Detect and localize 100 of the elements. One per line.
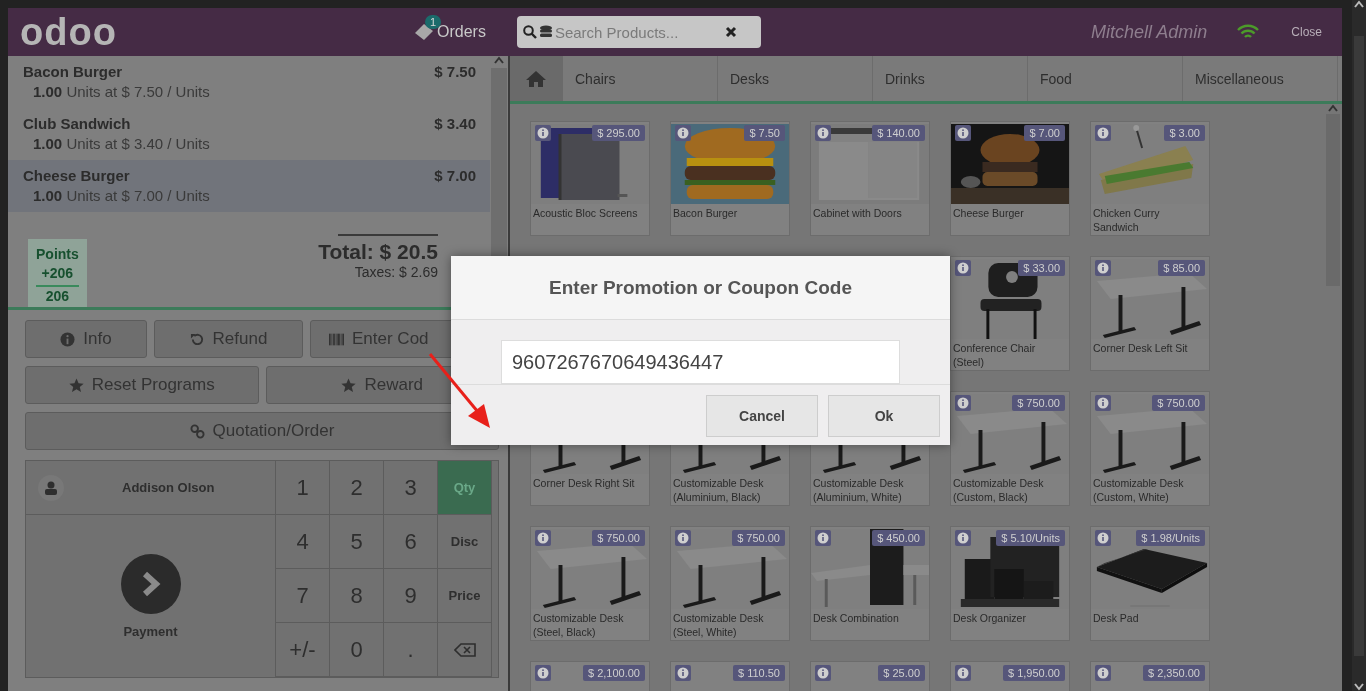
product-name: Customizable Desk (Aluminium, Black) (672, 476, 765, 505)
close-icon[interactable] (724, 26, 737, 38)
product-card[interactable]: $ 140.00 Cabinet with Doors (810, 121, 930, 236)
price-tag: $ 750.00 (1012, 395, 1065, 411)
product-name: Customizable Desk (Steel, Black) (532, 611, 625, 640)
category-tab[interactable]: Chairs (563, 56, 718, 101)
info-icon[interactable] (1095, 260, 1111, 276)
product-name: Cheese Burger (952, 206, 1025, 221)
numpad-key[interactable]: . (384, 623, 438, 677)
product-card[interactable]: $ 450.00 Desk Combination (810, 526, 930, 641)
control-button[interactable]: Reset Programs (25, 366, 259, 404)
numpad-key[interactable]: 4 (276, 515, 330, 569)
info-icon[interactable] (815, 665, 831, 681)
order-line[interactable]: Bacon Burger $ 7.50 1.00 Units at $ 7.50 / Units (8, 56, 490, 108)
product-card[interactable]: $ 2,350.00 (1090, 661, 1210, 691)
numpad-key[interactable]: 0 (330, 623, 384, 677)
info-icon[interactable] (535, 665, 551, 681)
product-card[interactable]: $ 750.00 Customizable Desk (Steel, White) (670, 526, 790, 641)
product-card[interactable]: $ 7.50 Bacon Burger (670, 121, 790, 236)
product-card[interactable]: $ 1.98/Units Desk Pad (1090, 526, 1210, 641)
product-card[interactable]: $ 110.50 (670, 661, 790, 691)
info-icon[interactable] (1095, 125, 1111, 141)
product-name: Desk Combination (812, 611, 900, 626)
info-icon[interactable] (955, 395, 971, 411)
order-line[interactable]: Club Sandwich $ 3.40 1.00 Units at $ 3.40 / Units (8, 108, 490, 160)
product-card[interactable]: $ 85.00 Corner Desk Left Sit (1090, 256, 1210, 371)
line-price: $ 7.50 (434, 63, 476, 80)
user-icon (45, 480, 57, 495)
scroll-up-icon[interactable] (493, 56, 505, 64)
star-icon (68, 377, 84, 393)
close-button[interactable]: Close (1285, 24, 1328, 40)
info-icon[interactable] (675, 665, 691, 681)
search-input[interactable]: Search Products... (554, 23, 715, 41)
numpad-key[interactable]: 8 (330, 569, 384, 623)
control-button[interactable]: Refund (154, 320, 303, 358)
product-card[interactable]: $ 25.00 (810, 661, 930, 691)
product-card[interactable]: $ 295.00 Acoustic Bloc Screens (530, 121, 650, 236)
scroll-down-icon[interactable] (1353, 683, 1365, 691)
info-icon[interactable] (675, 125, 691, 141)
numpad-key[interactable]: +/- (276, 623, 330, 677)
category-tab[interactable]: Food (1028, 56, 1183, 101)
info-icon[interactable] (815, 530, 831, 546)
product-name: Acoustic Bloc Screens (532, 206, 639, 221)
numpad-key[interactable]: 7 (276, 569, 330, 623)
info-icon[interactable] (1095, 395, 1111, 411)
price-tag: $ 750.00 (592, 530, 645, 546)
price-tag: $ 1.98/Units (1136, 530, 1205, 546)
mode-key[interactable]: Disc (438, 515, 492, 569)
info-icon[interactable] (1095, 530, 1111, 546)
numpad-key[interactable]: 3 (384, 461, 438, 515)
product-card[interactable]: $ 5.10/Units Desk Organizer (950, 526, 1070, 641)
product-name: Bacon Burger (23, 63, 123, 80)
category-tab[interactable]: Miscellaneous (1183, 56, 1338, 101)
category-tab[interactable]: Drinks (873, 56, 1028, 101)
dialog-button[interactable]: Cancel (706, 395, 818, 437)
star-icon (341, 377, 357, 393)
code-field[interactable]: 9607267670649436447 (501, 340, 900, 384)
product-name: Chicken Curry Sandwich (1092, 206, 1161, 235)
info-icon[interactable] (535, 530, 551, 546)
info-icon[interactable] (955, 530, 971, 546)
control-button[interactable]: Info (25, 320, 147, 358)
scroll-up-icon[interactable] (1353, 0, 1365, 8)
search-bar[interactable]: Search Products... (516, 16, 761, 48)
product-card[interactable]: $ 7.00 Cheese Burger (950, 121, 1070, 236)
info-icon[interactable] (955, 260, 971, 276)
product-card[interactable]: $ 750.00 Customizable Desk (Custom, Black) (950, 391, 1070, 506)
info-icon[interactable] (815, 125, 831, 141)
info-icon[interactable] (675, 530, 691, 546)
price-tag: $ 140.00 (872, 125, 925, 141)
numpad-key[interactable]: 9 (384, 569, 438, 623)
backspace-key[interactable] (438, 623, 492, 677)
product-card[interactable]: $ 3.00 Chicken Curry Sandwich (1090, 121, 1210, 236)
product-card[interactable]: $ 1,950.00 (950, 661, 1070, 691)
numpad-key[interactable]: 5 (330, 515, 384, 569)
numpad-key[interactable]: 1 (276, 461, 330, 515)
control-button[interactable]: Quotation/Order (25, 412, 499, 450)
info-icon[interactable] (1095, 665, 1111, 681)
numpad-key[interactable]: 6 (384, 515, 438, 569)
mode-key[interactable]: Price (438, 569, 492, 623)
scrollbar[interactable] (1352, 0, 1366, 691)
product-card[interactable]: $ 750.00 Customizable Desk (Custom, White) (1090, 391, 1210, 506)
price-tag: $ 295.00 (592, 125, 645, 141)
numpad-key[interactable]: 2 (330, 461, 384, 515)
info-icon[interactable] (535, 125, 551, 141)
price-tag: $ 5.10/Units (996, 530, 1065, 546)
info-icon[interactable] (955, 665, 971, 681)
product-card[interactable]: $ 2,100.00 (530, 661, 650, 691)
info-icon[interactable] (955, 125, 971, 141)
price-tag: $ 85.00 (1158, 260, 1205, 276)
product-name: Cabinet with Doors (812, 206, 903, 221)
product-card[interactable]: $ 750.00 Customizable Desk (Steel, Black) (530, 526, 650, 641)
product-card[interactable]: $ 33.00 Conference Chair (Steel) (950, 256, 1070, 371)
mode-key[interactable]: Qty (438, 461, 492, 515)
customer-button[interactable]: Addison Olson (26, 461, 276, 515)
product-name: Desk Organizer (952, 611, 1027, 626)
dialog-button[interactable]: Ok (828, 395, 940, 437)
home-button[interactable] (510, 56, 563, 101)
points-balance: 206 (45, 286, 70, 305)
category-tab[interactable]: Desks (718, 56, 873, 101)
price-tag: $ 450.00 (872, 530, 925, 546)
